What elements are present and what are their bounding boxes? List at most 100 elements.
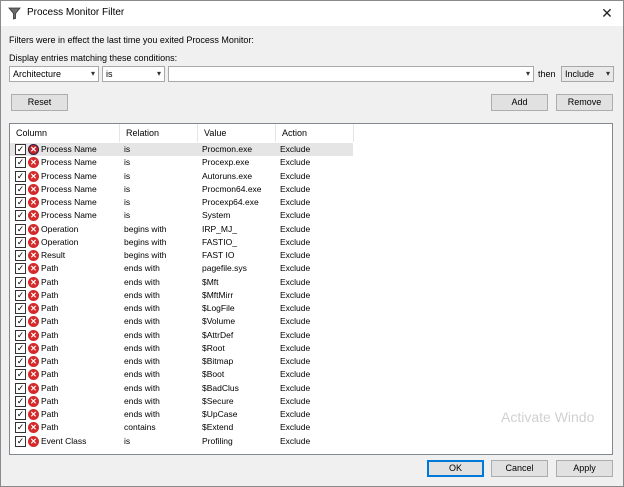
table-row[interactable]: ✓ ✕ Path ends with $Mft Exclude — [10, 276, 612, 289]
reset-button[interactable]: Reset — [11, 94, 68, 111]
relation-dropdown-value: is — [106, 69, 113, 79]
checked-checkbox-icon[interactable]: ✓ — [15, 409, 26, 420]
table-row[interactable]: ✓ ✕ Path ends with $Volume Exclude — [10, 315, 612, 328]
checked-checkbox-icon[interactable]: ✓ — [15, 170, 26, 182]
table-row[interactable]: ✓ ✕ Path contains $Extend Exclude — [10, 421, 612, 434]
row-relation: is — [124, 435, 131, 446]
row-value: $Mft — [202, 276, 219, 287]
checked-checkbox-icon[interactable]: ✓ — [15, 395, 26, 407]
table-row[interactable]: ✓ ✕ Operation begins with IRP_MJ_ Exclude — [10, 223, 612, 236]
close-icon[interactable]: ✕ — [591, 1, 623, 26]
row-relation: is — [124, 170, 131, 181]
table-row[interactable]: ✓ ✕ Result begins with FAST IO Exclude — [10, 249, 612, 262]
table-row[interactable]: ✓ ✕ Path ends with $Boot Exclude — [10, 368, 612, 381]
display-conditions-label: Display entries matching these condition… — [9, 53, 178, 63]
table-row[interactable]: ✓ ✕ Process Name is Procmon64.exe Exclude — [10, 183, 612, 196]
checked-checkbox-icon[interactable]: ✓ — [15, 144, 26, 155]
checked-checkbox-icon[interactable]: ✓ — [15, 210, 26, 222]
value-combobox[interactable]: ▾ — [168, 66, 534, 82]
checked-checkbox-icon[interactable]: ✓ — [15, 250, 26, 261]
table-row[interactable]: ✓ ✕ Process Name is System Exclude — [10, 209, 612, 222]
checked-checkbox-icon[interactable]: ✓ — [15, 236, 26, 248]
checked-checkbox-icon[interactable]: ✓ — [15, 223, 26, 235]
row-action: Exclude — [280, 303, 311, 313]
checked-checkbox-icon[interactable]: ✓ — [15, 276, 26, 288]
exclude-x-icon: ✕ — [28, 263, 39, 275]
table-row[interactable]: ✓ ✕ Path ends with $LogFile Exclude — [10, 302, 612, 315]
checked-checkbox-icon[interactable]: ✓ — [15, 435, 26, 447]
checked-checkbox-icon[interactable]: ✓ — [15, 342, 26, 354]
exclude-x-icon: ✕ — [28, 395, 39, 407]
relation-dropdown[interactable]: is ▾ — [102, 66, 165, 82]
row-value: Profiling — [202, 435, 233, 446]
checked-checkbox-icon[interactable]: ✓ — [15, 422, 26, 434]
table-row[interactable]: ✓ ✕ Path ends with $Bitmap Exclude — [10, 355, 612, 368]
cancel-button[interactable]: Cancel — [491, 460, 548, 477]
row-action: Exclude — [280, 422, 311, 433]
table-row[interactable]: ✓ ✕ Path ends with $AttrDef Exclude — [10, 329, 612, 342]
ok-button[interactable]: OK — [427, 460, 484, 477]
table-row[interactable]: ✓ ✕ Process Name is Procmon.exe Exclude — [10, 143, 612, 157]
checked-checkbox-icon[interactable]: ✓ — [15, 263, 26, 275]
apply-button[interactable]: Apply — [556, 460, 613, 477]
table-row[interactable]: ✓ ✕ Path ends with pagefile.sys Exclude — [10, 262, 612, 275]
remove-button[interactable]: Remove — [556, 94, 613, 111]
checked-checkbox-icon[interactable]: ✓ — [15, 183, 26, 195]
checked-checkbox-icon[interactable]: ✓ — [15, 157, 26, 169]
checked-checkbox-icon[interactable]: ✓ — [15, 289, 26, 301]
row-column: Path — [41, 409, 59, 419]
checked-checkbox-icon[interactable]: ✓ — [15, 356, 26, 367]
row-relation: is — [124, 210, 131, 221]
checked-checkbox-icon[interactable]: ✓ — [15, 369, 26, 381]
row-column: Operation — [41, 223, 79, 234]
table-row[interactable]: ✓ ✕ Path ends with $UpCase Exclude — [10, 408, 612, 421]
table-row[interactable]: ✓ ✕ Path ends with $Root Exclude — [10, 342, 612, 355]
column-dropdown[interactable]: Architecture ▾ — [9, 66, 99, 82]
row-value: IRP_MJ_ — [202, 223, 237, 234]
filter-list-header: Column Relation Value Action — [10, 124, 612, 142]
title-bar: Process Monitor Filter ✕ — [1, 1, 623, 26]
table-row[interactable]: ✓ ✕ Operation begins with FASTIO_ Exclude — [10, 236, 612, 249]
column-header-value[interactable]: Value — [198, 124, 276, 142]
table-row[interactable]: ✓ ✕ Path ends with $Secure Exclude — [10, 395, 612, 408]
add-button[interactable]: Add — [491, 94, 548, 111]
table-row[interactable]: ✓ ✕ Event Class is Profiling Exclude — [10, 435, 612, 448]
row-value: $BadClus — [202, 382, 239, 393]
row-action: Exclude — [280, 395, 311, 406]
table-row[interactable]: ✓ ✕ Path ends with $MftMirr Exclude — [10, 289, 612, 302]
row-column: Result — [41, 250, 66, 260]
row-column: Path — [41, 369, 59, 380]
table-row[interactable]: ✓ ✕ Process Name is Procexp64.exe Exclude — [10, 196, 612, 209]
row-relation: begins with — [124, 223, 167, 234]
row-action: Exclude — [280, 289, 311, 300]
checked-checkbox-icon[interactable]: ✓ — [15, 197, 26, 208]
column-header-action[interactable]: Action — [276, 124, 354, 142]
exclude-x-icon: ✕ — [28, 183, 39, 195]
row-relation: is — [124, 157, 131, 168]
table-row[interactable]: ✓ ✕ Process Name is Autoruns.exe Exclude — [10, 170, 612, 183]
row-relation: ends with — [124, 369, 160, 380]
row-value: pagefile.sys — [202, 263, 247, 274]
row-action: Exclude — [280, 435, 311, 446]
row-column: Process Name — [41, 197, 97, 207]
row-value: $AttrDef — [202, 329, 234, 340]
checked-checkbox-icon[interactable]: ✓ — [15, 329, 26, 341]
row-value: FASTIO_ — [202, 236, 237, 247]
row-value: $LogFile — [202, 303, 235, 313]
table-row[interactable]: ✓ ✕ Process Name is Procexp.exe Exclude — [10, 156, 612, 169]
column-header-relation[interactable]: Relation — [120, 124, 198, 142]
table-row[interactable]: ✓ ✕ Path ends with $BadClus Exclude — [10, 382, 612, 395]
exclude-x-icon: ✕ — [28, 289, 39, 301]
checked-checkbox-icon[interactable]: ✓ — [15, 382, 26, 394]
exclude-x-icon: ✕ — [28, 369, 39, 381]
filter-funnel-icon — [8, 7, 21, 20]
filter-list[interactable]: Column Relation Value Action ✓ ✕ Process N… — [9, 123, 613, 455]
action-dropdown[interactable]: Include ▾ — [561, 66, 614, 82]
checked-checkbox-icon[interactable]: ✓ — [15, 316, 26, 328]
checked-checkbox-icon[interactable]: ✓ — [15, 303, 26, 314]
row-relation: ends with — [124, 329, 160, 340]
row-value: Procexp64.exe — [202, 197, 259, 207]
row-action: Exclude — [280, 356, 311, 366]
row-relation: ends with — [124, 289, 160, 300]
column-header-column[interactable]: Column — [10, 124, 120, 142]
